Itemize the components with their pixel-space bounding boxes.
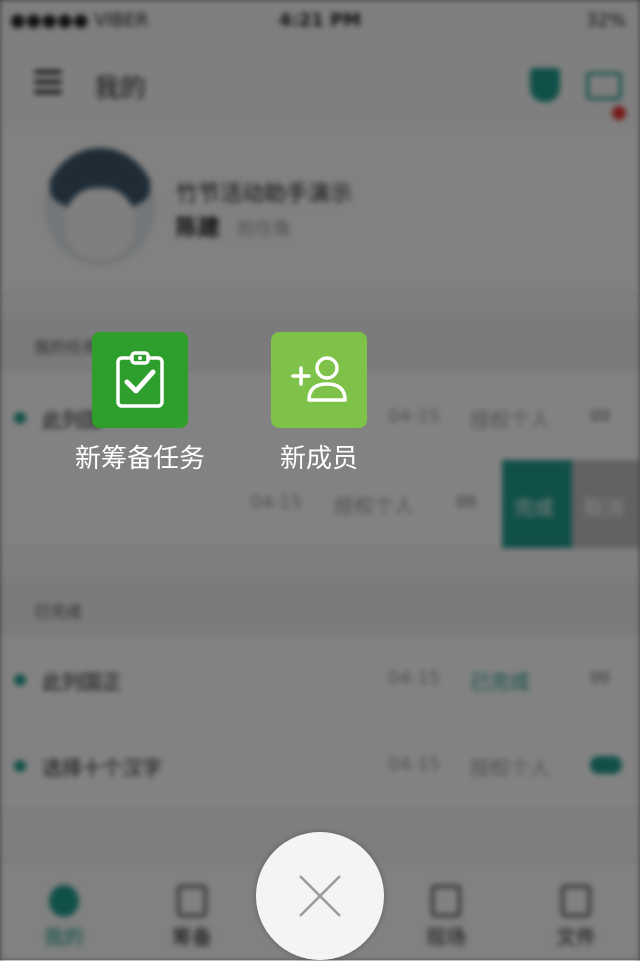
clipboard-check-icon: [92, 332, 188, 428]
new-task-button[interactable]: 新筹备任务: [60, 332, 220, 475]
modal-backdrop[interactable]: [0, 0, 640, 960]
close-icon: [299, 875, 341, 917]
new-task-label: 新筹备任务: [74, 444, 205, 474]
new-member-button[interactable]: 新成员: [239, 332, 399, 475]
close-button[interactable]: [256, 832, 384, 960]
add-person-icon: [271, 332, 367, 428]
new-member-label: 新成员: [279, 444, 358, 474]
